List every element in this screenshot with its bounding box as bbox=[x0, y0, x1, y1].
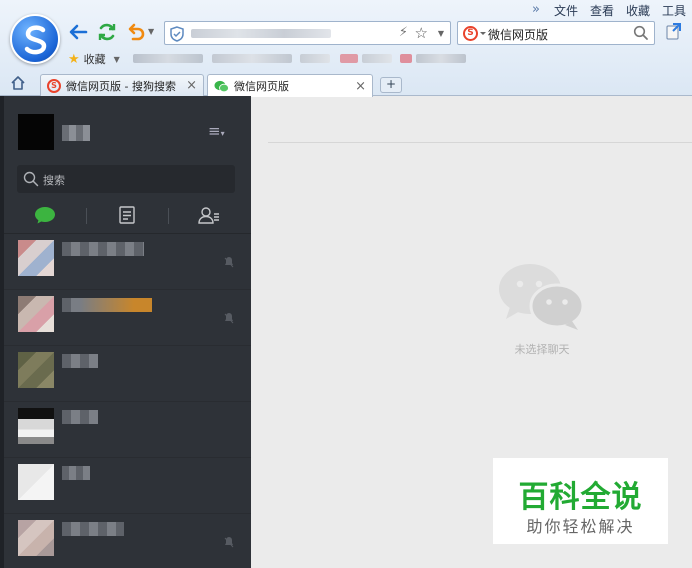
favorite-item-blurred[interactable] bbox=[133, 54, 203, 63]
refresh-icon bbox=[98, 23, 116, 41]
browser-toolbar: » 文件 查看 收藏 工具 ▼ ⚡ ☆ ▼ S 微信网页版 ★ 收藏 ▼ S 微… bbox=[0, 0, 692, 97]
tab-sogou-search[interactable]: S 微信网页版 - 搜狗搜索 × bbox=[40, 74, 204, 96]
address-dropdown-icon[interactable]: ▼ bbox=[438, 29, 444, 38]
mute-icon bbox=[224, 257, 234, 268]
undo-icon bbox=[128, 23, 145, 41]
tab-wechat-web[interactable]: 微信网页版 × bbox=[207, 74, 373, 97]
sogou-browser-logo-icon[interactable] bbox=[10, 14, 60, 64]
undo-dropdown-icon[interactable]: ▼ bbox=[148, 27, 154, 36]
tab-label: 微信网页版 bbox=[234, 80, 289, 93]
contact-name-blurred bbox=[62, 522, 124, 536]
tab-chats[interactable] bbox=[4, 200, 86, 230]
close-icon[interactable]: × bbox=[186, 78, 197, 93]
menu-bar: » 文件 查看 收藏 工具 bbox=[532, 2, 686, 19]
contacts-list-icon bbox=[119, 206, 135, 224]
user-name-blurred bbox=[62, 125, 90, 141]
list-item[interactable] bbox=[4, 290, 251, 346]
home-icon[interactable] bbox=[10, 75, 26, 91]
favorite-item-blurred[interactable] bbox=[362, 54, 392, 63]
arrow-left-icon bbox=[69, 24, 88, 40]
new-tab-button[interactable]: + bbox=[380, 77, 402, 93]
refresh-button[interactable] bbox=[95, 20, 119, 44]
address-url-blurred bbox=[191, 29, 331, 38]
search-input[interactable]: 微信网页版 bbox=[488, 26, 548, 43]
contact-name-blurred bbox=[62, 298, 152, 312]
watermark-logo: 百科全说 助你轻松解决 bbox=[493, 458, 668, 544]
favorites-star-icon: ★ bbox=[68, 51, 80, 67]
list-item[interactable] bbox=[4, 234, 251, 290]
menu-favorites[interactable]: 收藏 bbox=[626, 2, 650, 19]
list-item[interactable] bbox=[4, 514, 251, 568]
mute-icon bbox=[224, 313, 234, 324]
search-icon bbox=[23, 171, 39, 187]
favorite-item-blurred[interactable] bbox=[300, 54, 330, 63]
chat-icon bbox=[35, 207, 55, 224]
mute-icon bbox=[224, 537, 234, 548]
undo-close-button[interactable] bbox=[124, 20, 148, 44]
watermark-subtitle: 助你轻松解决 bbox=[526, 517, 635, 536]
contact-avatar bbox=[18, 296, 54, 332]
favorite-item-blurred[interactable] bbox=[212, 54, 292, 63]
contact-name-blurred bbox=[62, 410, 98, 424]
list-item[interactable] bbox=[4, 346, 251, 402]
sidebar-tabs bbox=[4, 200, 251, 234]
contact-avatar bbox=[18, 240, 54, 276]
contact-avatar bbox=[18, 352, 54, 388]
tab-strip: S 微信网页版 - 搜狗搜索 × 微信网页版 × + bbox=[0, 72, 692, 97]
search-input[interactable]: 搜索 bbox=[43, 172, 65, 188]
search-box[interactable]: S 微信网页版 bbox=[457, 21, 655, 45]
menu-view[interactable]: 查看 bbox=[590, 2, 614, 19]
address-bar[interactable]: ⚡ ☆ ▼ bbox=[164, 21, 451, 45]
contact-avatar bbox=[18, 520, 54, 556]
add-contact-icon bbox=[198, 207, 219, 224]
contact-avatar bbox=[18, 408, 54, 444]
tab-label: 微信网页版 - 搜狗搜索 bbox=[66, 79, 176, 93]
close-icon[interactable]: × bbox=[355, 79, 366, 94]
contact-name-blurred bbox=[62, 242, 144, 256]
tab-articles[interactable] bbox=[86, 200, 168, 230]
lightning-icon[interactable]: ⚡ bbox=[399, 25, 408, 40]
favorite-item-blurred[interactable] bbox=[340, 54, 358, 63]
extension-icon[interactable] bbox=[664, 22, 684, 42]
favorite-item-blurred[interactable] bbox=[400, 54, 412, 63]
menu-more-icon[interactable]: » bbox=[532, 2, 540, 19]
wechat-logo-icon bbox=[499, 264, 584, 330]
favorites-dropdown-icon[interactable]: ▼ bbox=[114, 55, 120, 64]
contact-avatar bbox=[18, 464, 54, 500]
sogou-tab-icon: S bbox=[47, 78, 61, 93]
contact-name-blurred bbox=[62, 354, 98, 368]
favorite-item-blurred[interactable] bbox=[416, 54, 466, 63]
watermark-title: 百科全说 bbox=[518, 480, 643, 515]
chat-header-divider bbox=[268, 142, 692, 143]
wechat-tab-icon bbox=[214, 80, 229, 92]
favorites-bar: ★ 收藏 ▼ bbox=[68, 50, 120, 68]
menu-icon[interactable]: ≡▾ bbox=[208, 124, 225, 140]
contact-search[interactable]: 搜索 bbox=[17, 165, 235, 193]
engine-dropdown-icon[interactable] bbox=[480, 32, 486, 35]
empty-state-text: 未选择聊天 bbox=[514, 343, 570, 356]
shield-icon bbox=[170, 26, 184, 42]
sogou-search-engine-icon[interactable]: S bbox=[463, 26, 478, 41]
contact-name-blurred bbox=[62, 466, 90, 480]
back-button[interactable] bbox=[66, 20, 90, 44]
menu-tools[interactable]: 工具 bbox=[662, 2, 686, 19]
tab-contacts[interactable] bbox=[168, 200, 250, 230]
menu-file[interactable]: 文件 bbox=[554, 2, 578, 19]
favorites-label[interactable]: 收藏 bbox=[84, 51, 106, 67]
list-item[interactable] bbox=[4, 402, 251, 458]
avatar[interactable] bbox=[18, 114, 54, 150]
search-icon[interactable] bbox=[633, 25, 649, 41]
star-icon[interactable]: ☆ bbox=[415, 24, 428, 42]
list-item[interactable] bbox=[4, 458, 251, 514]
